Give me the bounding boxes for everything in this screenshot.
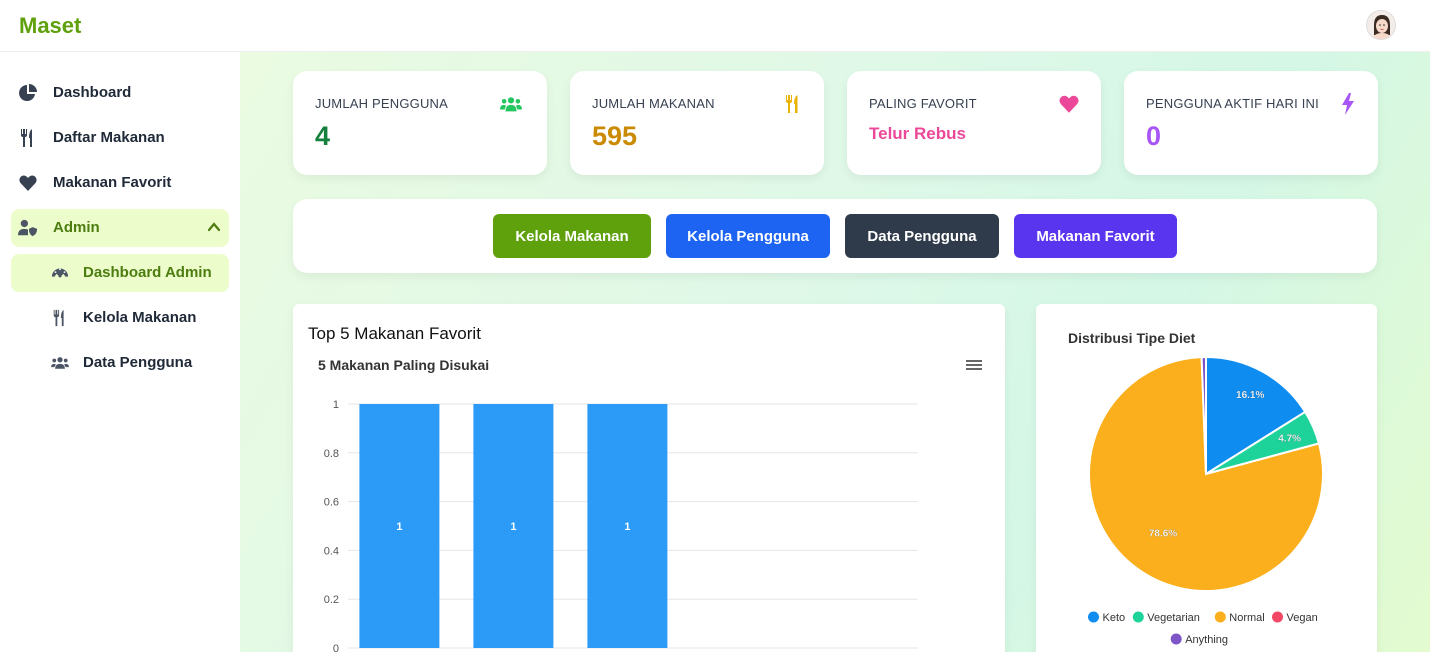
stat-card-jumlah-pengguna: JUMLAH PENGGUNA 4 <box>293 71 547 175</box>
stat-label: JUMLAH PENGGUNA <box>315 96 449 111</box>
utensils-icon <box>786 95 798 113</box>
y-tick-label: 0.4 <box>324 545 339 557</box>
gauge-icon <box>51 268 69 278</box>
legend-item-normal[interactable]: Normal <box>1229 612 1264 624</box>
stat-card-paling-favorit: PALING FAVORIT Telur Rebus <box>847 71 1101 175</box>
user-shield-icon <box>18 219 38 237</box>
top-bar: Maset <box>0 0 1430 52</box>
pie-data-label: 78.6% <box>1149 528 1177 539</box>
sidebar-item-label: Dashboard Admin <box>83 264 212 281</box>
bar-data-label: 1 <box>396 521 402 533</box>
legend-marker <box>1170 633 1182 645</box>
legend-item-anything[interactable]: Anything <box>1185 634 1228 646</box>
sidebar-item-label: Daftar Makanan <box>53 129 165 146</box>
sidebar-item-label: Dashboard <box>53 84 132 101</box>
sidebar-item-daftar-makanan[interactable]: Daftar Makanan <box>11 119 229 157</box>
brand-logo[interactable]: Maset <box>19 13 81 39</box>
chevron-up-icon[interactable] <box>207 220 221 234</box>
stat-label: PENGGUNA AKTIF HARI INI <box>1146 96 1319 111</box>
stat-value: 595 <box>592 121 638 151</box>
chart-menu-icon[interactable] <box>965 358 983 372</box>
top-favorit-panel: Top 5 Makanan Favorit 5 Makanan Paling D… <box>293 304 1005 652</box>
kelola-makanan-button[interactable]: Kelola Makanan <box>493 214 651 258</box>
y-tick-label: 1 <box>333 399 339 411</box>
utensils-icon <box>21 129 32 147</box>
bar-chart: 0 0.2 0.4 0.6 0.8 1 1 1 1 <box>324 399 918 652</box>
makanan-favorit-button[interactable]: Makanan Favorit <box>1014 214 1177 258</box>
y-tick-label: 0.2 <box>324 594 339 606</box>
chart-pie-icon <box>19 84 37 101</box>
stat-label: JUMLAH MAKANAN <box>592 96 715 111</box>
stat-card-jumlah-makanan: JUMLAH MAKANAN 595 <box>570 71 824 175</box>
stat-value: Telur Rebus <box>869 124 966 143</box>
legend-item-vegan[interactable]: Vegan <box>1287 612 1318 624</box>
legend-item-vegetarian[interactable]: Vegetarian <box>1147 612 1200 624</box>
pie-data-label: 4.7% <box>1278 433 1301 444</box>
main-content: JUMLAH PENGGUNA 4 JUMLAH MAKANAN 595 PAL… <box>240 52 1430 652</box>
users-icon <box>500 97 522 112</box>
bolt-icon <box>1342 93 1354 115</box>
legend-marker <box>1088 611 1099 623</box>
sidebar-item-label: Makanan Favorit <box>53 174 172 191</box>
bar-data-label: 1 <box>624 521 630 533</box>
quick-actions-card: Kelola Makanan Kelola Pengguna Data Peng… <box>293 199 1377 273</box>
heart-icon <box>19 175 37 191</box>
pie-chart: 16.1% 4.7% 78.6% Keto Vegetarian Normal Vegan A… <box>1088 355 1324 646</box>
sidebar-subitem-dashboard-admin[interactable]: Dashboard Admin <box>11 254 229 292</box>
stat-card-pengguna-aktif: PENGGUNA AKTIF HARI INI 0 <box>1124 71 1378 175</box>
heart-icon <box>1059 95 1079 113</box>
kelola-pengguna-button[interactable]: Kelola Pengguna <box>666 214 830 258</box>
legend-marker <box>1132 611 1144 623</box>
legend-marker <box>1272 611 1283 623</box>
users-icon <box>51 357 69 369</box>
y-tick-label: 0 <box>333 643 339 652</box>
sidebar: Dashboard Daftar Makanan Makanan Favorit… <box>0 52 240 652</box>
y-tick-label: 0.6 <box>324 497 339 509</box>
sidebar-item-label: Data Pengguna <box>83 354 193 371</box>
sidebar-subitem-data-pengguna[interactable]: Data Pengguna <box>11 344 229 382</box>
data-pengguna-button[interactable]: Data Pengguna <box>845 214 999 258</box>
sidebar-item-makanan-favorit[interactable]: Makanan Favorit <box>11 164 229 202</box>
chart-title: 5 Makanan Paling Disukai <box>318 357 490 373</box>
user-avatar[interactable] <box>1366 10 1396 40</box>
stat-label: PALING FAVORIT <box>869 96 977 111</box>
sidebar-item-admin[interactable]: Admin <box>11 209 229 247</box>
diet-distribution-panel: Distribusi Tipe Diet 16.1% 4.7% 78.6% Keto V… <box>1036 304 1377 652</box>
panel-title: Top 5 Makanan Favorit <box>308 324 481 343</box>
legend-item-keto[interactable]: Keto <box>1103 612 1126 624</box>
utensils-icon <box>53 309 64 327</box>
sidebar-item-dashboard[interactable]: Dashboard <box>11 74 229 112</box>
stat-value: 0 <box>1146 121 1162 151</box>
stat-value: 4 <box>315 121 331 151</box>
sidebar-subitem-kelola-makanan[interactable]: Kelola Makanan <box>11 299 229 337</box>
sidebar-item-label: Admin <box>53 219 100 236</box>
legend-marker <box>1214 611 1226 623</box>
y-tick-label: 0.8 <box>324 448 339 460</box>
sidebar-item-label: Kelola Makanan <box>83 309 197 326</box>
bar-data-label: 1 <box>510 521 516 533</box>
pie-data-label: 16.1% <box>1236 390 1264 401</box>
